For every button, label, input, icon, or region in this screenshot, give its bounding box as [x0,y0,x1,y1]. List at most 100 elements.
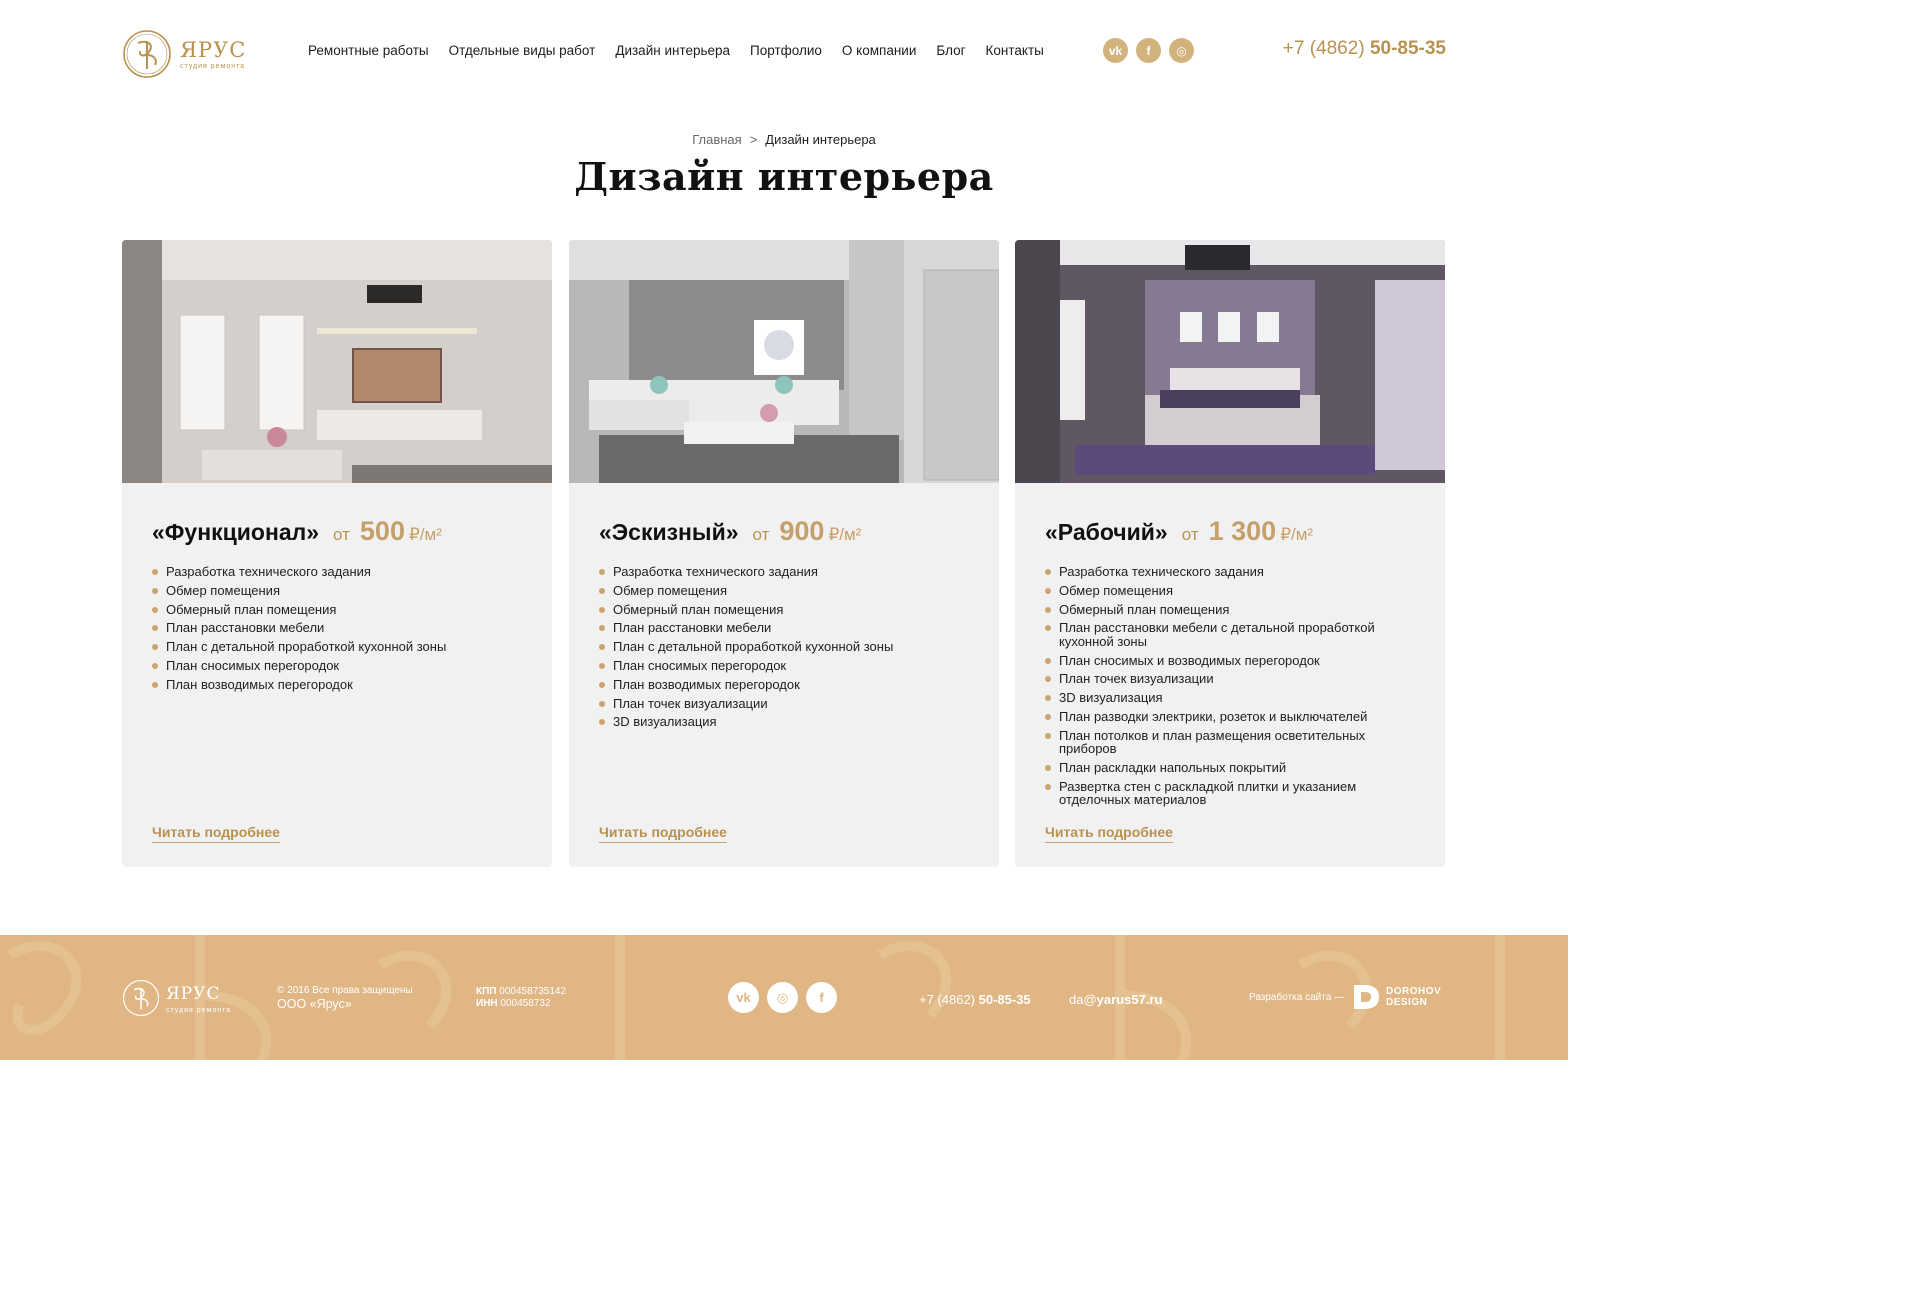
site-logo[interactable]: ЯРУС студия ремонта [122,28,252,80]
email-user: da@ [1069,992,1097,1007]
facebook-icon[interactable]: f [1136,38,1161,63]
list-item: План разводки электрики, розеток и выклю… [1045,710,1425,724]
card-image-lounge [569,240,999,483]
list-item: План с детальной проработкой кухонной зо… [599,640,979,654]
tariff-card-sketch: «Эскизный» от 900 ₽/м² Разработка технич… [569,240,999,867]
list-item: Разработка технического задания [599,565,979,579]
list-item: План возводимых перегородок [599,678,979,692]
breadcrumb-separator: > [749,132,758,147]
phone-prefix: +7 (4862) [1282,38,1370,59]
list-item: План возводимых перегородок [152,678,532,692]
logo-subtitle: студия ремонта [166,1006,232,1014]
card-image-bedroom [1015,240,1445,483]
list-item: 3D визуализация [599,715,979,729]
card-header: «Функционал» от 500 ₽/м² [152,516,532,547]
tariff-card-working: «Рабочий» от 1 300 ₽/м² Разработка техни… [1015,240,1445,867]
price-unit: ₽/м² [1280,525,1314,544]
inn-label: ИНН [476,998,498,1009]
list-item: 3D визуализация [1045,691,1425,705]
header-phone[interactable]: +7 (4862) 50-85-35 [1283,38,1446,60]
copyright-text: © 2016 Все права защищены [277,985,413,996]
instagram-icon[interactable]: ◎ [1169,38,1194,63]
list-item: План точек визуализации [599,697,979,711]
price-from-label: от [333,525,350,544]
kpp-label: КПП [476,986,497,997]
nav-item-about[interactable]: О компании [842,43,916,58]
logo-mark-icon [123,30,171,78]
nav-item-separate-works[interactable]: Отдельные виды работ [449,43,596,58]
list-item: Обмер помещения [1045,584,1425,598]
breadcrumb: Главная > Дизайн интерьера [0,132,1568,147]
main-nav: Ремонтные работы Отдельные виды работ Ди… [308,43,1064,58]
price-unit: ₽/м² [828,525,862,544]
nav-item-blog[interactable]: Блог [936,43,965,58]
list-item: Обмерный план помещения [1045,603,1425,617]
tariff-features: Разработка технического задания Обмер по… [599,565,979,729]
tariff-name: «Эскизный» [599,519,739,545]
site-footer: ЯРУС студия ремонта © 2016 Все права защ… [0,935,1568,1060]
read-more-link[interactable]: Читать подробнее [1045,824,1173,843]
developer-name-line2: DESIGN [1386,997,1428,1008]
tariff-price: 500 [359,516,405,546]
facebook-icon[interactable]: f [806,982,837,1013]
list-item: Развертка стен с раскладкой плитки и ука… [1045,780,1425,807]
vk-icon[interactable]: vk [1103,38,1128,63]
card-image-living-room [122,240,552,483]
email-domain: yarus57.ru [1096,992,1163,1007]
list-item: План точек визуализации [1045,672,1425,686]
footer-email[interactable]: da@yarus57.ru [1069,992,1162,1007]
nav-item-repair[interactable]: Ремонтные работы [308,43,429,58]
footer-requisites: КПП 000458735142 ИНН 000458732 [476,986,566,1010]
developer-name-line1: DOROHOV [1386,986,1442,997]
tariff-name: «Рабочий» [1045,519,1168,545]
header-socials: vk f ◎ [1103,38,1194,63]
vk-icon[interactable]: vk [728,982,759,1013]
tariff-name: «Функционал» [152,519,320,545]
kpp-value: 000458735142 [499,986,567,997]
price-unit: ₽/м² [408,525,442,544]
tariff-card-functional: «Функционал» от 500 ₽/м² Разработка техн… [122,240,552,867]
developer-label: Разработка сайта — [1249,992,1345,1003]
nav-item-contacts[interactable]: Контакты [986,43,1044,58]
nav-item-portfolio[interactable]: Портфолио [750,43,822,58]
list-item: Разработка технического задания [152,565,532,579]
tariff-price: 900 [779,516,825,546]
list-item: План расстановки мебели [152,621,532,635]
list-item: План сносимых и возводимых перегородок [1045,654,1425,668]
inn-value: 000458732 [500,998,551,1009]
list-item: План раскладки напольных покрытий [1045,761,1425,775]
read-more-link[interactable]: Читать подробнее [152,824,280,843]
card-body: «Рабочий» от 1 300 ₽/м² Разработка техни… [1045,516,1425,812]
list-item: Обмерный план помещения [152,603,532,617]
card-body: «Функционал» от 500 ₽/м² Разработка техн… [152,516,532,697]
footer-logo[interactable]: ЯРУС студия ремонта [122,979,231,1017]
price-from-label: от [1181,525,1199,544]
price-from-label: от [752,525,770,544]
list-item: План сносимых перегородок [599,659,979,673]
breadcrumb-home[interactable]: Главная [692,132,741,147]
tariff-features: Разработка технического задания Обмер по… [1045,565,1425,807]
breadcrumb-current: Дизайн интерьера [765,132,876,147]
footer-phone[interactable]: +7 (4862) 50-85-35 [919,992,1031,1007]
logo-name: ЯРУС [180,37,247,62]
list-item: План сносимых перегородок [152,659,532,673]
dorohov-design-icon [1354,985,1379,1009]
list-item: План расстановки мебели с детальной прор… [1045,621,1425,648]
page-title: Дизайн интерьера [574,154,994,199]
org-name: ООО «Ярус» [277,997,352,1011]
card-header: «Эскизный» от 900 ₽/м² [599,516,979,547]
read-more-link[interactable]: Читать подробнее [599,824,727,843]
logo-mark-icon [122,979,160,1017]
logo-subtitle: студия ремонта [180,62,246,70]
list-item: План с детальной проработкой кухонной зо… [152,640,532,654]
logo-name: ЯРУС [166,983,221,1004]
instagram-icon[interactable]: ◎ [767,982,798,1013]
nav-item-interior-design[interactable]: Дизайн интерьера [615,43,730,58]
phone-number: 50-85-35 [1369,38,1446,59]
developer-logo[interactable]: DOROHOV DESIGN [1352,983,1441,1011]
list-item: Разработка технического задания [1045,565,1425,579]
tariff-price: 1 300 [1208,516,1277,546]
tariff-features: Разработка технического задания Обмер по… [152,565,532,691]
list-item: План потолков и план размещения осветите… [1045,729,1425,756]
card-body: «Эскизный» от 900 ₽/м² Разработка технич… [599,516,979,734]
